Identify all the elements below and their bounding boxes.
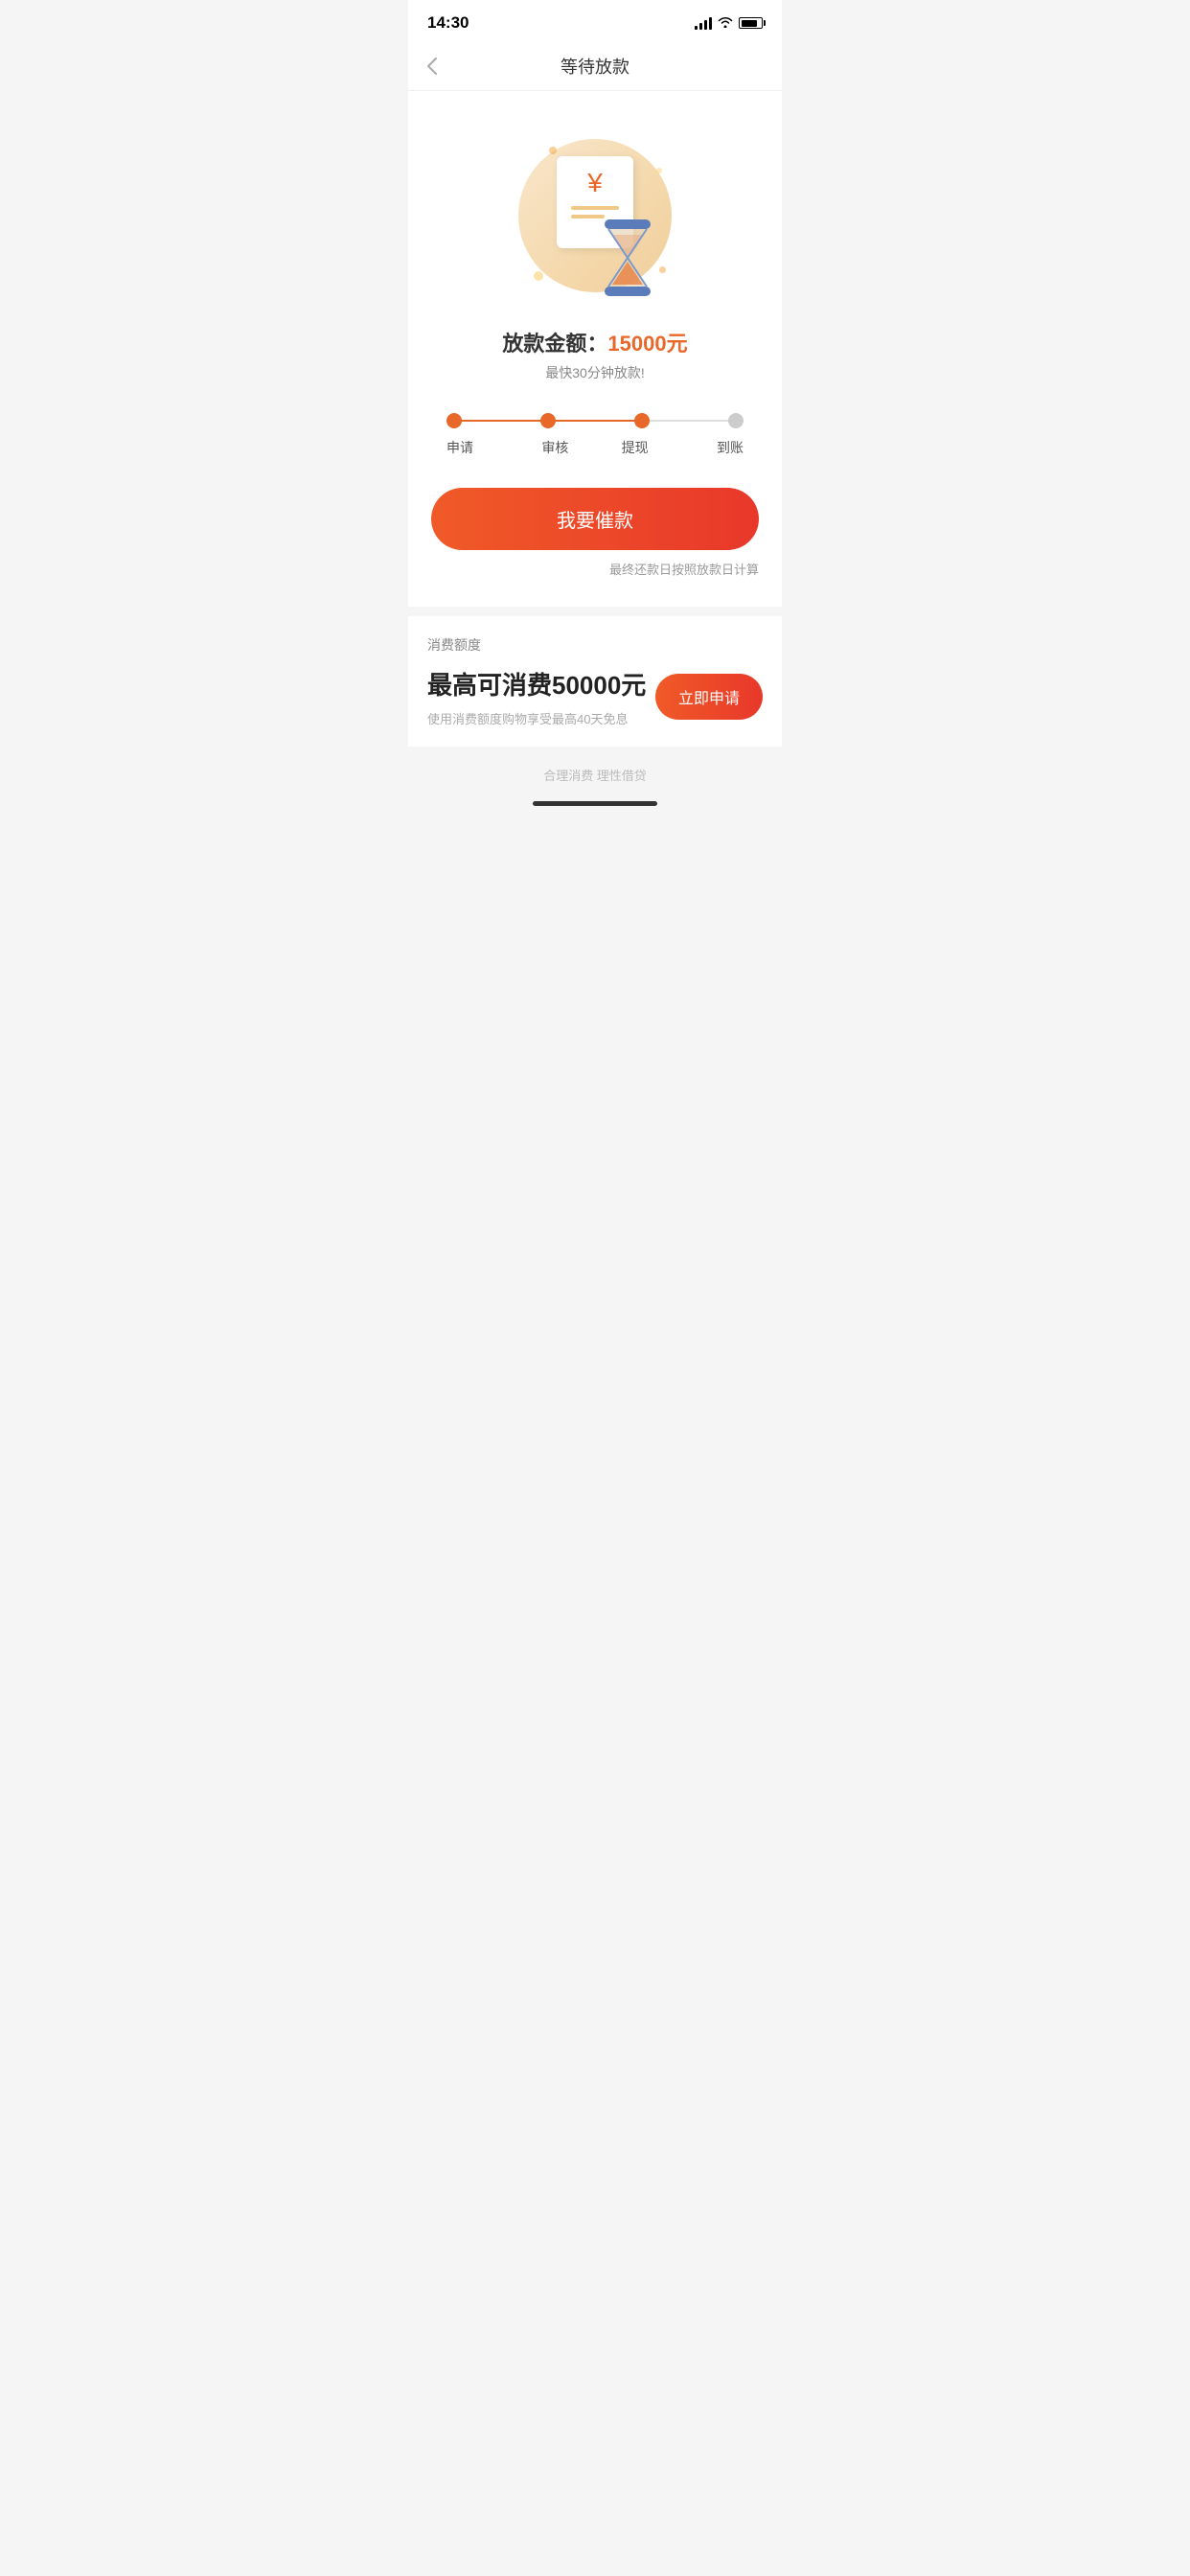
apply-now-button[interactable]: 立即申请	[655, 674, 763, 720]
footer-text: 合理消费 理性借贷	[408, 747, 782, 794]
step-label-3: 提现	[606, 438, 664, 457]
illustration-container: ¥	[431, 110, 759, 311]
home-bar	[533, 801, 657, 806]
step-label-2: 审核	[526, 438, 584, 457]
status-time: 14:30	[427, 13, 469, 33]
status-bar: 14:30	[408, 0, 782, 42]
step-dot-3	[634, 413, 650, 428]
nav-bar: 等待放款	[408, 42, 782, 91]
card-section-label: 消费额度	[427, 635, 763, 655]
home-indicator	[408, 794, 782, 821]
step-dot-1	[446, 413, 462, 428]
amount-value: 15000元	[607, 332, 687, 356]
status-icons	[695, 15, 763, 31]
card-left: 最高可消费50000元 使用消费额度购物享受最高40天免息	[427, 666, 646, 727]
step-labels: 申请 审核 提现 到账	[446, 438, 744, 457]
battery-icon	[739, 17, 763, 29]
note-text: 最终还款日按照放款日计算	[431, 560, 759, 578]
card-desc: 使用消费额度购物享受最高40天免息	[427, 709, 646, 727]
progress-section: 申请 审核 提现 到账	[431, 390, 759, 465]
step-dot-4	[728, 413, 744, 428]
step-dot-2	[540, 413, 556, 428]
step-label-1: 申请	[446, 438, 504, 457]
amount-subtitle: 最快30分钟放款!	[431, 363, 759, 382]
illustration: ¥	[509, 129, 681, 302]
signal-icon	[695, 16, 712, 30]
main-content: ¥	[408, 91, 782, 607]
hourglass-icon	[599, 219, 656, 287]
back-button[interactable]	[427, 58, 437, 75]
step-label-4: 到账	[686, 438, 744, 457]
card-row: 最高可消费50000元 使用消费额度购物享受最高40天免息 立即申请	[427, 666, 763, 727]
amount-title: 放款金额：15000元	[431, 327, 759, 357]
amount-label: 放款金额：	[502, 332, 607, 356]
yen-icon: ¥	[587, 168, 603, 198]
card-amount: 最高可消费50000元	[427, 666, 646, 702]
urge-payment-button[interactable]: 我要催款	[431, 488, 759, 550]
progress-track	[446, 413, 744, 428]
wifi-icon	[718, 15, 733, 31]
page-title: 等待放款	[561, 54, 629, 79]
card-section: 消费额度 最高可消费50000元 使用消费额度购物享受最高40天免息 立即申请	[408, 616, 782, 747]
amount-section: 放款金额：15000元 最快30分钟放款!	[431, 311, 759, 390]
